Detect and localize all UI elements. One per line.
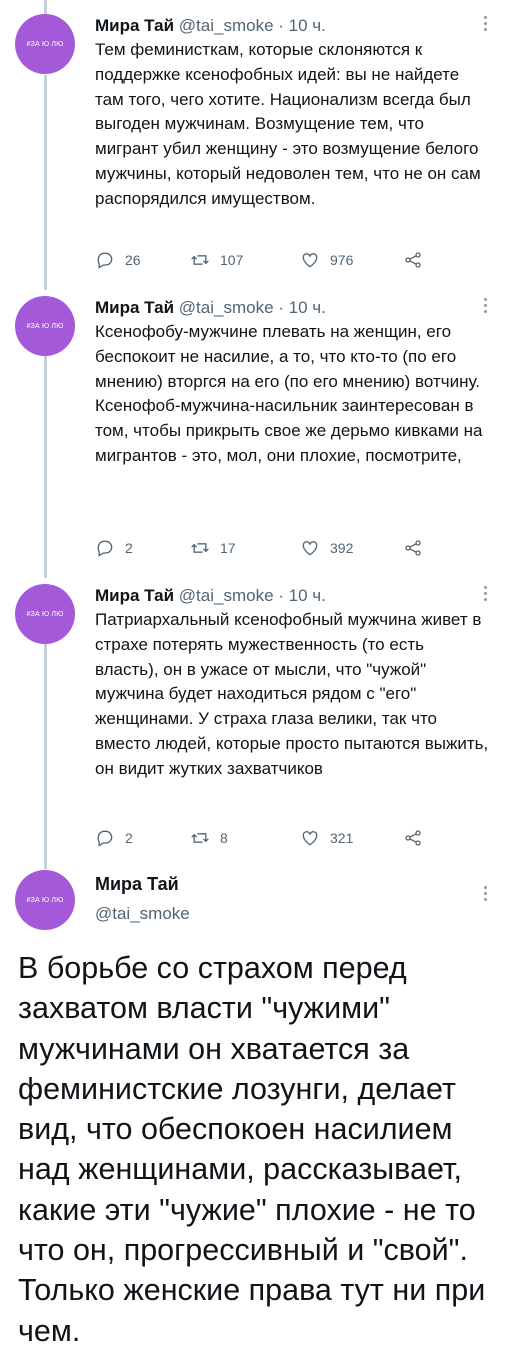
author-name[interactable]: Мира Тай [95, 298, 174, 317]
reply-button[interactable]: 2 [95, 538, 133, 558]
like-button[interactable]: 392 [300, 538, 353, 558]
avatar[interactable]: #ЗА Ю ЛЮ [15, 584, 75, 644]
tweet-actions: 2 17 392 [95, 538, 435, 560]
avatar[interactable]: #ЗА Ю ЛЮ [15, 14, 75, 74]
share-button[interactable] [403, 828, 423, 848]
avatar[interactable]: #ЗА Ю ЛЮ [15, 870, 75, 930]
retweet-icon [191, 255, 209, 265]
tweet[interactable]: #ЗА Ю ЛЮ Мира Тай @tai_smoke · 10 ч. Тем… [0, 14, 508, 284]
retweet-button[interactable]: 8 [190, 828, 228, 848]
author-handle[interactable]: @tai_smoke [95, 904, 190, 924]
tweet[interactable]: #ЗА Ю ЛЮ Мира Тай @tai_smoke · 10 ч. Ксе… [0, 296, 508, 566]
main-tweet-text: В борьбе со страхом перед захватом власт… [18, 951, 486, 1348]
author-meta: @tai_smoke · 10 ч. [178, 16, 326, 35]
author-name[interactable]: Мира Тай [95, 586, 174, 605]
retweet-count: 8 [220, 830, 228, 846]
reply-count: 2 [125, 540, 133, 556]
reply-count: 2 [125, 830, 133, 846]
more-options-icon[interactable] [482, 298, 488, 313]
retweet-count: 17 [220, 540, 236, 556]
tweet-text: Ксенофобу-мужчине плевать на женщин, его… [95, 322, 483, 465]
tweet-text: Тем феминисткам, которые склоняются к по… [95, 40, 481, 208]
share-icon [405, 252, 421, 268]
tweet-header: Мира Тай @tai_smoke · 10 ч. [95, 296, 475, 320]
reply-icon [97, 540, 113, 557]
reply-button[interactable]: 26 [95, 250, 141, 270]
heart-icon [302, 253, 318, 268]
tweet[interactable]: #ЗА Ю ЛЮ Мира Тай @tai_smoke · 10 ч. Пат… [0, 584, 508, 854]
like-count: 976 [330, 252, 354, 268]
thread-line [44, 0, 47, 14]
share-button[interactable] [403, 250, 423, 270]
retweet-button[interactable]: 107 [190, 250, 243, 270]
share-icon [405, 830, 421, 846]
main-tweet: #ЗА Ю ЛЮ Мира Тай @tai_smoke В борьбе со… [0, 870, 508, 1348]
tweet-text: Патриархальный ксенофобный мужчина живет… [95, 610, 489, 778]
retweet-button[interactable]: 17 [190, 538, 236, 558]
reply-button[interactable]: 2 [95, 828, 133, 848]
like-count: 392 [330, 540, 354, 556]
more-options-icon[interactable] [482, 886, 488, 901]
tweet-header: Мира Тай @tai_smoke · 10 ч. [95, 584, 475, 608]
author-meta: @tai_smoke · 10 ч. [178, 586, 326, 605]
more-options-icon[interactable] [482, 586, 488, 601]
like-count: 321 [330, 830, 354, 846]
retweet-icon [191, 543, 209, 553]
reply-count: 26 [125, 252, 141, 268]
like-button[interactable]: 321 [300, 828, 353, 848]
avatar[interactable]: #ЗА Ю ЛЮ [15, 296, 75, 356]
author-meta: @tai_smoke · 10 ч. [178, 298, 326, 317]
author-name[interactable]: Мира Тай [95, 16, 174, 35]
retweet-icon [191, 833, 209, 843]
tweet-header: Мира Тай @tai_smoke · 10 ч. [95, 14, 475, 38]
tweet-actions: 2 8 321 [95, 828, 435, 850]
author-name[interactable]: Мира Тай [95, 874, 179, 895]
heart-icon [302, 541, 318, 556]
more-options-icon[interactable] [482, 16, 488, 31]
reply-icon [97, 830, 113, 847]
share-icon [405, 540, 421, 556]
tweet-actions: 26 107 976 [95, 250, 435, 272]
retweet-count: 107 [220, 252, 244, 268]
like-button[interactable]: 976 [300, 250, 353, 270]
share-button[interactable] [403, 538, 423, 558]
heart-icon [302, 831, 318, 846]
reply-icon [97, 252, 113, 269]
